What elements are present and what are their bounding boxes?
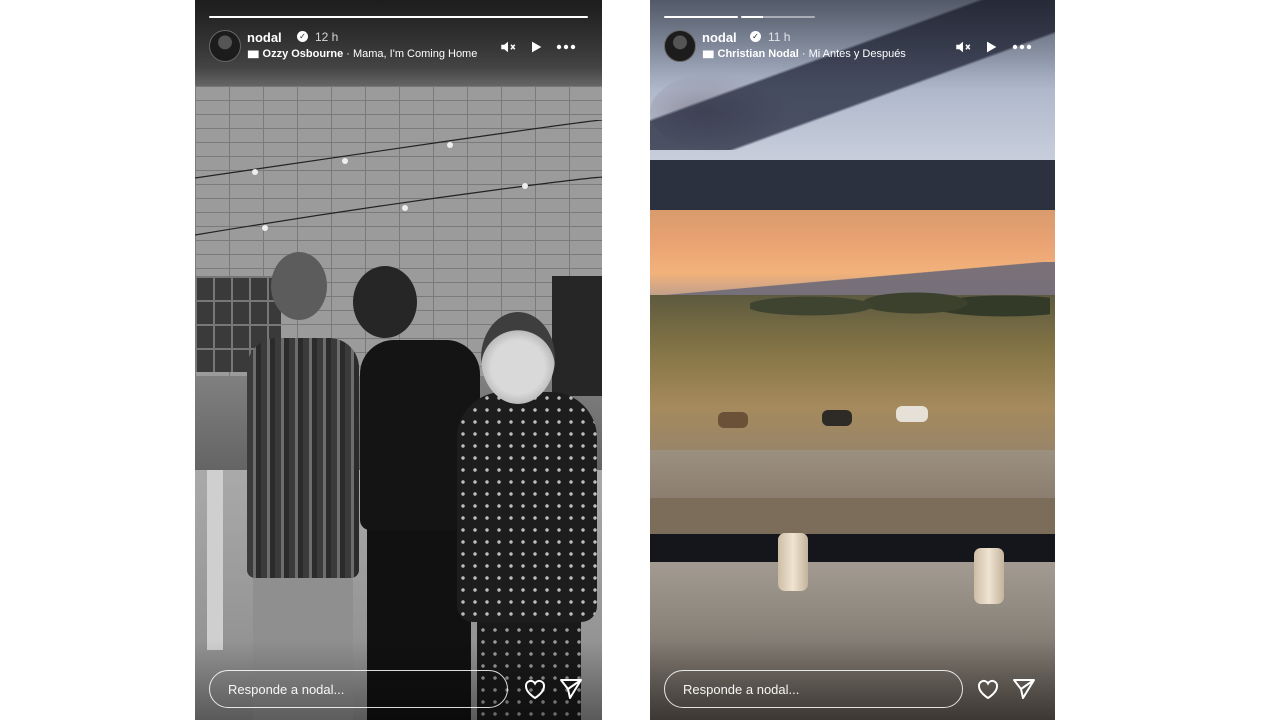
photo-concrete-wall xyxy=(650,450,1055,498)
story-photo-family xyxy=(195,0,602,720)
photo-horse xyxy=(896,406,928,422)
play-icon[interactable] xyxy=(980,36,1002,58)
photo-wood-post xyxy=(207,470,223,650)
more-options-icon[interactable] xyxy=(555,36,577,58)
photo-ground xyxy=(650,498,1055,538)
muted-speaker-icon[interactable] xyxy=(952,36,974,58)
verified-badge-icon: ✓ xyxy=(297,31,308,42)
photo-horse xyxy=(822,410,852,426)
music-artist: Ozzy Osbourne xyxy=(262,48,344,60)
story-footer xyxy=(209,670,588,710)
progress-segment xyxy=(741,16,816,18)
verified-badge-icon: ✓ xyxy=(750,31,761,42)
photo-door xyxy=(552,276,602,396)
more-options-icon[interactable] xyxy=(1011,36,1033,58)
story-footer xyxy=(664,670,1041,710)
photo-person-left xyxy=(247,338,359,578)
progress-segment xyxy=(664,16,739,18)
post-time: 12 h xyxy=(315,30,339,44)
story-card-1: nodal ✓ 12 h ▮▮▮ Ozzy Osbourne · Mama, I'… xyxy=(195,0,602,720)
story-progress-bar xyxy=(209,16,588,18)
username[interactable]: nodal xyxy=(247,30,282,45)
music-song: Mama, I'm Coming Home xyxy=(352,48,478,60)
photo-person-left-head xyxy=(271,252,327,320)
reply-input[interactable] xyxy=(209,670,508,708)
music-attribution[interactable]: ▮▮▮ Christian Nodal · Mi Antes y Después xyxy=(702,48,906,60)
music-artist: Christian Nodal xyxy=(717,48,799,60)
progress-segment xyxy=(818,16,1041,18)
music-attribution[interactable]: ▮▮▮ Ozzy Osbourne · Mama, I'm Coming Home xyxy=(247,48,477,60)
music-song: Mi Antes y Después xyxy=(808,48,906,60)
story-header: nodal ✓ 11 h ▮▮▮ Christian Nodal · Mi Ant… xyxy=(664,28,1041,64)
send-icon[interactable] xyxy=(1012,678,1036,700)
photo-person-right-head xyxy=(481,312,555,404)
avatar[interactable] xyxy=(664,30,696,62)
send-icon[interactable] xyxy=(559,678,583,700)
music-separator: · xyxy=(343,48,353,60)
photo-candle xyxy=(778,533,808,591)
photo-string-lights xyxy=(195,120,602,236)
photo-person-center-head xyxy=(353,266,417,338)
photo-person-right xyxy=(457,392,597,622)
reply-input[interactable] xyxy=(664,670,963,708)
music-bars-icon: ▮▮▮ xyxy=(247,49,259,60)
music-separator: · xyxy=(798,48,809,60)
story-progress-bar xyxy=(664,16,1041,18)
post-time: 11 h xyxy=(768,30,791,44)
story-photo-sunset-window xyxy=(650,0,1055,720)
photo-candle xyxy=(974,548,1004,604)
story-card-2: nodal ✓ 11 h ▮▮▮ Christian Nodal · Mi Ant… xyxy=(650,0,1055,720)
play-icon[interactable] xyxy=(525,36,547,58)
story-header: nodal ✓ 12 h ▮▮▮ Ozzy Osbourne · Mama, I'… xyxy=(209,28,588,64)
avatar[interactable] xyxy=(209,30,241,62)
muted-speaker-icon[interactable] xyxy=(497,36,519,58)
photo-horse xyxy=(718,412,748,428)
heart-icon[interactable] xyxy=(523,678,547,700)
music-bars-icon: ▮▮▮ xyxy=(702,49,714,60)
username[interactable]: nodal xyxy=(702,30,737,45)
photo-trees xyxy=(750,270,1050,330)
progress-segment xyxy=(209,16,588,18)
heart-icon[interactable] xyxy=(976,678,1000,700)
